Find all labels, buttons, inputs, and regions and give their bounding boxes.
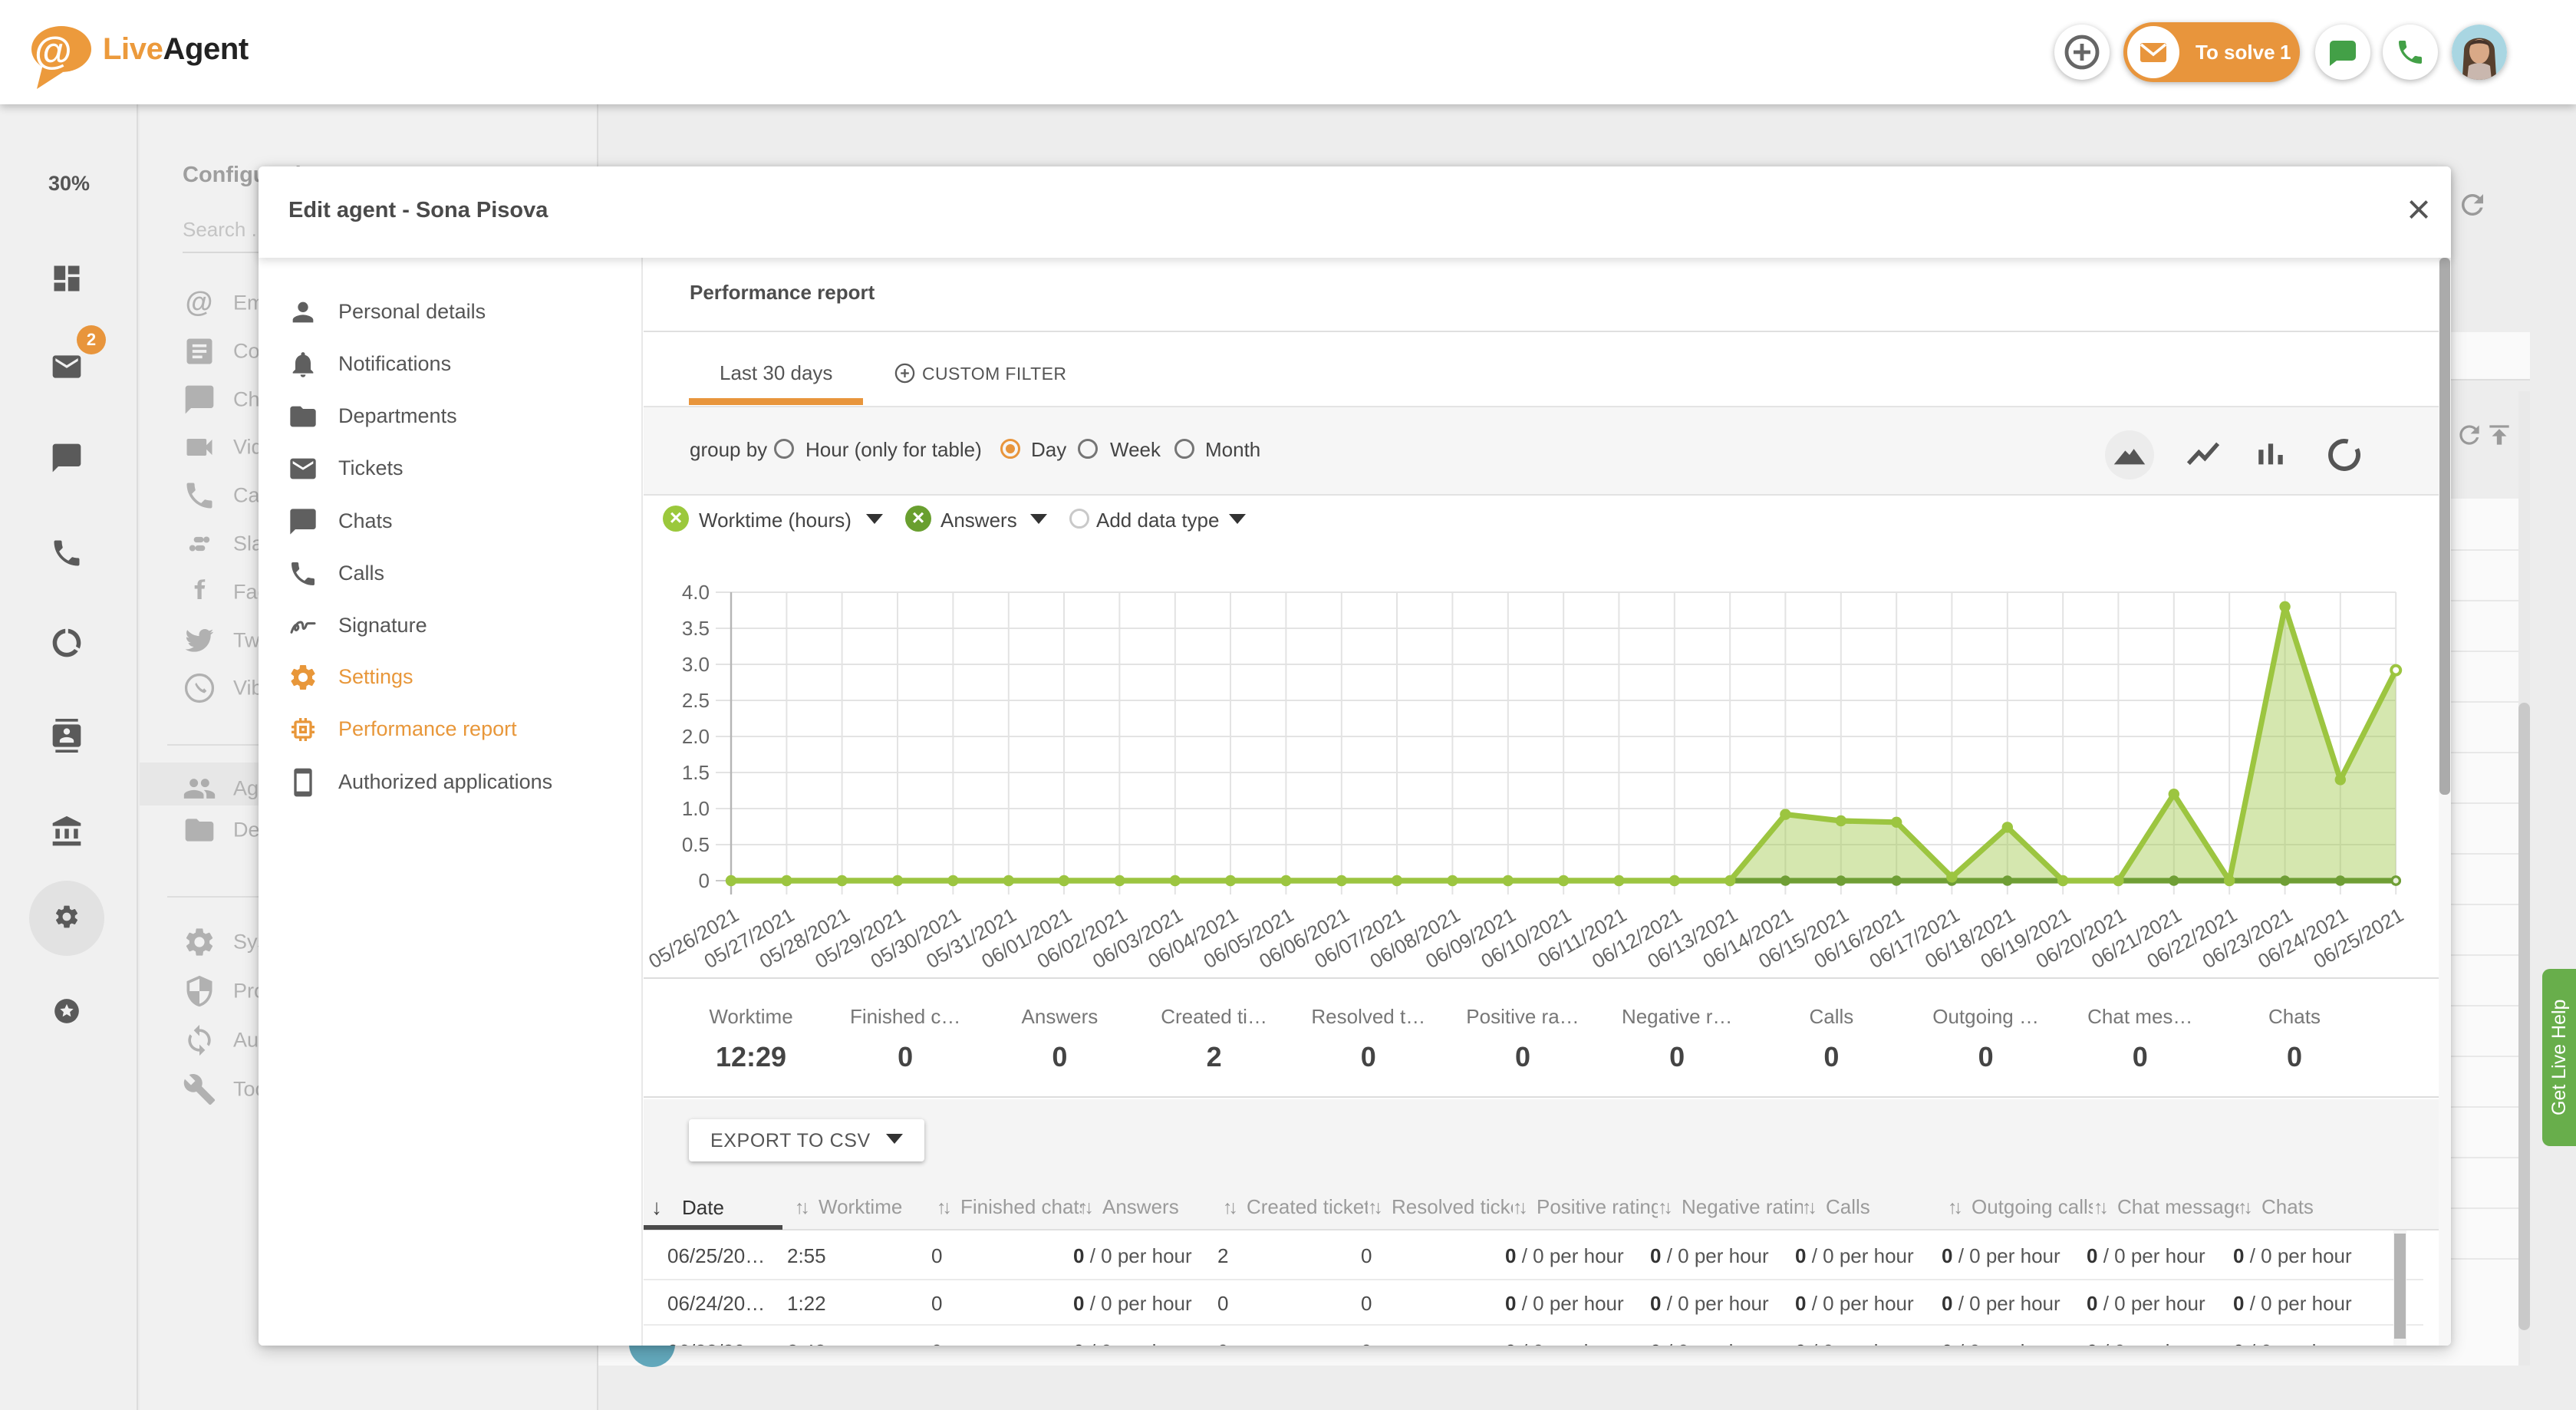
svg-text:1.0: 1.0 <box>682 797 710 820</box>
svg-text:3.5: 3.5 <box>682 617 710 640</box>
svg-text:2.0: 2.0 <box>682 725 710 748</box>
svg-text:3.0: 3.0 <box>682 653 710 676</box>
svg-text:0: 0 <box>699 869 710 892</box>
svg-text:4.0: 4.0 <box>682 581 710 604</box>
svg-text:0.5: 0.5 <box>682 833 710 856</box>
svg-text:@: @ <box>186 286 213 318</box>
svg-text:2.5: 2.5 <box>682 689 710 712</box>
svg-text:1.5: 1.5 <box>682 761 710 784</box>
svg-text:@: @ <box>35 29 72 72</box>
